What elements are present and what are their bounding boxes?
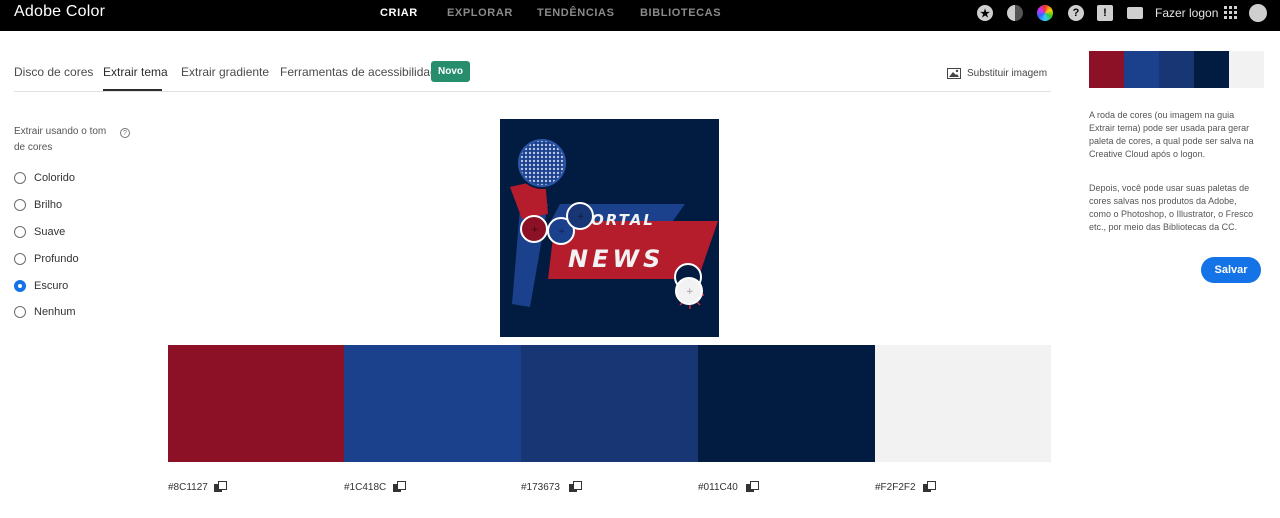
copy-icon[interactable]: [923, 481, 937, 493]
radio-button[interactable]: [14, 306, 26, 318]
nav-bibliotecas[interactable]: BIBLIOTECAS: [640, 7, 721, 19]
radio-nenhum[interactable]: Nenhum: [14, 306, 76, 318]
brand-logo[interactable]: Adobe Color: [14, 3, 105, 21]
radio-suave[interactable]: Suave: [14, 226, 65, 238]
extract-mode-label: Extrair usando o tom de cores: [14, 126, 107, 153]
svg-text:ORTAL: ORTAL: [591, 211, 655, 229]
radio-profundo[interactable]: Profundo: [14, 253, 79, 265]
hex-value-4[interactable]: #011C40: [698, 482, 738, 493]
radio-button[interactable]: [14, 226, 26, 238]
nav-criar[interactable]: CRIAR: [380, 7, 418, 19]
login-link[interactable]: Fazer logon: [1155, 6, 1218, 20]
mini-swatch-1: [1089, 51, 1124, 88]
tab-extrair-gradiente[interactable]: Extrair gradiente: [181, 65, 269, 79]
svg-text:+: +: [686, 287, 694, 297]
mini-swatch-4: [1194, 51, 1229, 88]
palette-swatch-1[interactable]: [168, 345, 344, 462]
radio-brilho[interactable]: Brilho: [14, 199, 62, 211]
contrast-icon[interactable]: [1007, 5, 1023, 21]
new-badge: Novo: [431, 61, 470, 82]
info-text-2: Depois, você pode usar suas paletas de c…: [1089, 183, 1254, 232]
palette-swatch-4[interactable]: [698, 345, 875, 462]
hex-value-5[interactable]: #F2F2F2: [875, 482, 916, 493]
nav-tendencias[interactable]: TENDÊNCIAS: [537, 7, 615, 19]
color-wheel-icon[interactable]: [1037, 5, 1053, 21]
copy-icon[interactable]: [393, 481, 407, 493]
radio-label: Escuro: [34, 280, 69, 292]
tab-extrair-tema[interactable]: Extrair tema: [103, 65, 168, 79]
palette-swatch-5[interactable]: [875, 345, 1051, 462]
radio-label: Profundo: [34, 253, 79, 265]
mini-swatch-3: [1159, 51, 1194, 88]
creative-cloud-icon[interactable]: [1249, 4, 1267, 22]
replace-image-button[interactable]: Substituir imagem: [947, 68, 1047, 79]
star-icon[interactable]: ★: [977, 5, 993, 21]
svg-text:+: +: [577, 212, 585, 222]
palette-swatch-3[interactable]: [521, 345, 698, 462]
tab-bar: Disco de cores Extrair tema Extrair grad…: [14, 56, 1051, 92]
save-button[interactable]: Salvar: [1201, 257, 1261, 283]
radio-escuro[interactable]: Escuro: [14, 280, 68, 292]
mode-help-icon[interactable]: ?: [120, 128, 130, 138]
palette-swatch-2[interactable]: [344, 345, 521, 462]
tab-disco-de-cores[interactable]: Disco de cores: [14, 65, 93, 79]
radio-label: Suave: [34, 226, 66, 238]
radio-button-checked[interactable]: [14, 280, 26, 292]
hex-value-3[interactable]: #173673: [521, 482, 560, 493]
copy-icon[interactable]: [214, 481, 228, 493]
mini-swatch-2: [1124, 51, 1159, 88]
tab-ferramentas-acessibilidade[interactable]: Ferramentas de acessibilidade: [280, 65, 443, 79]
radio-button[interactable]: [14, 172, 26, 184]
radio-colorido[interactable]: Colorido: [14, 172, 75, 184]
help-icon[interactable]: ?: [1068, 5, 1084, 21]
radio-label: Colorido: [34, 172, 75, 184]
radio-label: Brilho: [34, 199, 63, 211]
svg-text:+: +: [531, 225, 539, 235]
hex-value-1[interactable]: #8C1127: [168, 482, 208, 493]
copy-icon[interactable]: [746, 481, 760, 493]
chat-icon[interactable]: [1127, 7, 1143, 19]
apps-grid-icon[interactable]: [1224, 6, 1238, 20]
alert-icon[interactable]: !: [1097, 5, 1113, 21]
hex-value-2[interactable]: #1C418C: [344, 482, 386, 493]
copy-icon[interactable]: [569, 481, 583, 493]
top-bar: Adobe Color CRIAR EXPLORAR TENDÊNCIAS BI…: [0, 0, 1280, 31]
svg-text:+: +: [558, 227, 566, 237]
replace-image-label: Substituir imagem: [967, 68, 1048, 79]
radio-button[interactable]: [14, 253, 26, 265]
svg-text:NEWS: NEWS: [568, 245, 664, 273]
active-tab-indicator: [103, 89, 162, 91]
microphone-head: [518, 139, 566, 187]
mini-swatch-5: [1229, 51, 1264, 88]
radio-label: Nenhum: [34, 306, 76, 318]
radio-button[interactable]: [14, 199, 26, 211]
nav-explorar[interactable]: EXPLORAR: [447, 7, 513, 19]
image-icon: [947, 68, 961, 79]
info-text-1: A roda de cores (ou imagem na guia Extra…: [1089, 110, 1254, 159]
source-image: ORTAL NEWS + + + +: [500, 119, 719, 337]
